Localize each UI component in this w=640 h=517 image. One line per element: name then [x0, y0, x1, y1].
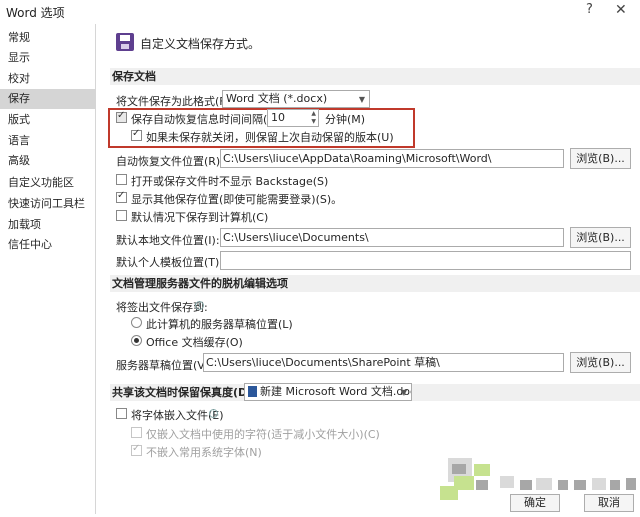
sidebar-item-customize-ribbon[interactable]: 自定义功能区	[0, 173, 96, 193]
window-title: Word 选项	[6, 6, 65, 20]
autorecover-minutes-value: 10	[271, 111, 285, 124]
show-other-locations-label: 显示其他保存位置(即使可能需要登录)(S)。	[131, 193, 343, 206]
embed-used-chars-label: 仅嵌入文档中使用的字符(适于减小文件大小)(C)	[146, 428, 380, 441]
no-common-fonts-label: 不嵌入常用系统字体(N)	[146, 446, 262, 459]
sidebar-item-language[interactable]: 语言	[0, 131, 96, 151]
no-backstage-checkbox[interactable]	[116, 174, 127, 185]
help-icon[interactable]: ?	[586, 2, 593, 17]
sidebar-item-display[interactable]: 显示	[0, 48, 96, 68]
browse-drafts-button[interactable]: 浏览(B)...	[570, 352, 631, 373]
fidelity-doc-select[interactable]: 新建 Microsoft Word 文档.docx ▼	[244, 383, 412, 401]
save-settings-panel: 自定义文档保存方式。 保存文档 将文件保存为此格式(F): Word 文档 (*…	[100, 24, 640, 514]
sidebar-item-general[interactable]: 常规	[0, 28, 96, 48]
save-icon	[116, 33, 134, 51]
drafts-location-input[interactable]: C:\Users\liuce\Documents\SharePoint 草稿\	[203, 353, 564, 372]
spinner-icon[interactable]: ▲ ▼	[311, 110, 316, 126]
server-drafts-label: 此计算机的服务器草稿位置(L)	[146, 318, 293, 331]
keep-last-label: 如果未保存就关闭，则保留上次自动保留的版本(U)	[146, 131, 394, 144]
sidebar-item-addins[interactable]: 加载项	[0, 215, 96, 235]
info-icon: i	[195, 301, 204, 310]
save-to-computer-checkbox[interactable]	[116, 210, 127, 221]
local-path-label: 默认本地文件位置(I):	[116, 234, 220, 247]
section-save-documents: 保存文档	[110, 68, 640, 85]
no-backstage-label: 打开或保存文件时不显示 Backstage(S)	[131, 175, 329, 188]
chevron-down-icon: ▼	[400, 388, 407, 397]
keep-last-checkbox[interactable]	[131, 128, 142, 141]
local-path-input[interactable]: C:\Users\liuce\Documents\	[220, 228, 564, 247]
show-other-locations-checkbox[interactable]	[116, 190, 127, 203]
server-drafts-radio[interactable]	[131, 317, 142, 328]
no-common-fonts-checkbox[interactable]	[131, 443, 142, 456]
format-label: 将文件保存为此格式(F):	[116, 95, 234, 108]
autorecover-path-label: 自动恢复文件位置(R):	[116, 155, 224, 168]
close-icon[interactable]: ✕	[615, 2, 627, 18]
sidebar: 常规 显示 校对 保存 版式 语言 高级 自定义功能区 快速访问工具栏 加载项 …	[0, 24, 96, 514]
minutes-label: 分钟(M)	[325, 113, 366, 126]
format-select-value: Word 文档 (*.docx)	[226, 92, 328, 105]
save-to-computer-label: 默认情况下保存到计算机(C)	[131, 211, 269, 224]
template-path-label: 默认个人模板位置(T):	[116, 256, 224, 269]
autorecover-minutes-input[interactable]: 10 ▲ ▼	[267, 109, 319, 127]
autorecover-checkbox[interactable]	[116, 110, 127, 123]
fidelity-label: 共享该文档时保留保真度(D):	[112, 386, 257, 399]
page-title: 自定义文档保存方式。	[140, 37, 261, 51]
sidebar-item-layout[interactable]: 版式	[0, 110, 96, 130]
sidebar-item-save[interactable]: 保存	[0, 89, 96, 109]
sidebar-item-quick-access[interactable]: 快速访问工具栏	[0, 194, 96, 214]
fidelity-doc-value: 新建 Microsoft Word 文档.docx	[260, 385, 412, 398]
embed-fonts-checkbox[interactable]	[116, 408, 127, 419]
office-cache-label: Office 文档缓存(O)	[146, 336, 243, 349]
browse-local-button[interactable]: 浏览(B)...	[570, 227, 631, 248]
embed-used-chars-checkbox[interactable]	[131, 427, 142, 438]
office-cache-radio[interactable]	[131, 335, 142, 346]
section-offline-editing: 文档管理服务器文件的脱机编辑选项	[110, 275, 640, 292]
format-select[interactable]: Word 文档 (*.docx) ▼	[222, 90, 370, 108]
title-bar: Word 选项 ? ✕	[0, 0, 640, 22]
drafts-location-label: 服务器草稿位置(V):	[116, 359, 213, 372]
template-path-input[interactable]	[220, 251, 631, 270]
autorecover-path-input[interactable]: C:\Users\liuce\AppData\Roaming\Microsoft…	[220, 149, 564, 168]
word-document-icon	[248, 386, 257, 397]
sidebar-item-trust-center[interactable]: 信任中心	[0, 235, 96, 255]
info-icon: i	[209, 409, 218, 418]
sidebar-item-proofing[interactable]: 校对	[0, 69, 96, 89]
chevron-down-icon: ▼	[358, 95, 365, 104]
autorecover-label: 保存自动恢复信息时间间隔(A)	[131, 113, 280, 126]
checkout-label: 将签出文件保存到:	[116, 301, 208, 314]
pixelated-watermark	[440, 450, 640, 517]
browse-autorecover-button[interactable]: 浏览(B)...	[570, 148, 631, 169]
sidebar-item-advanced[interactable]: 高级	[0, 151, 96, 171]
